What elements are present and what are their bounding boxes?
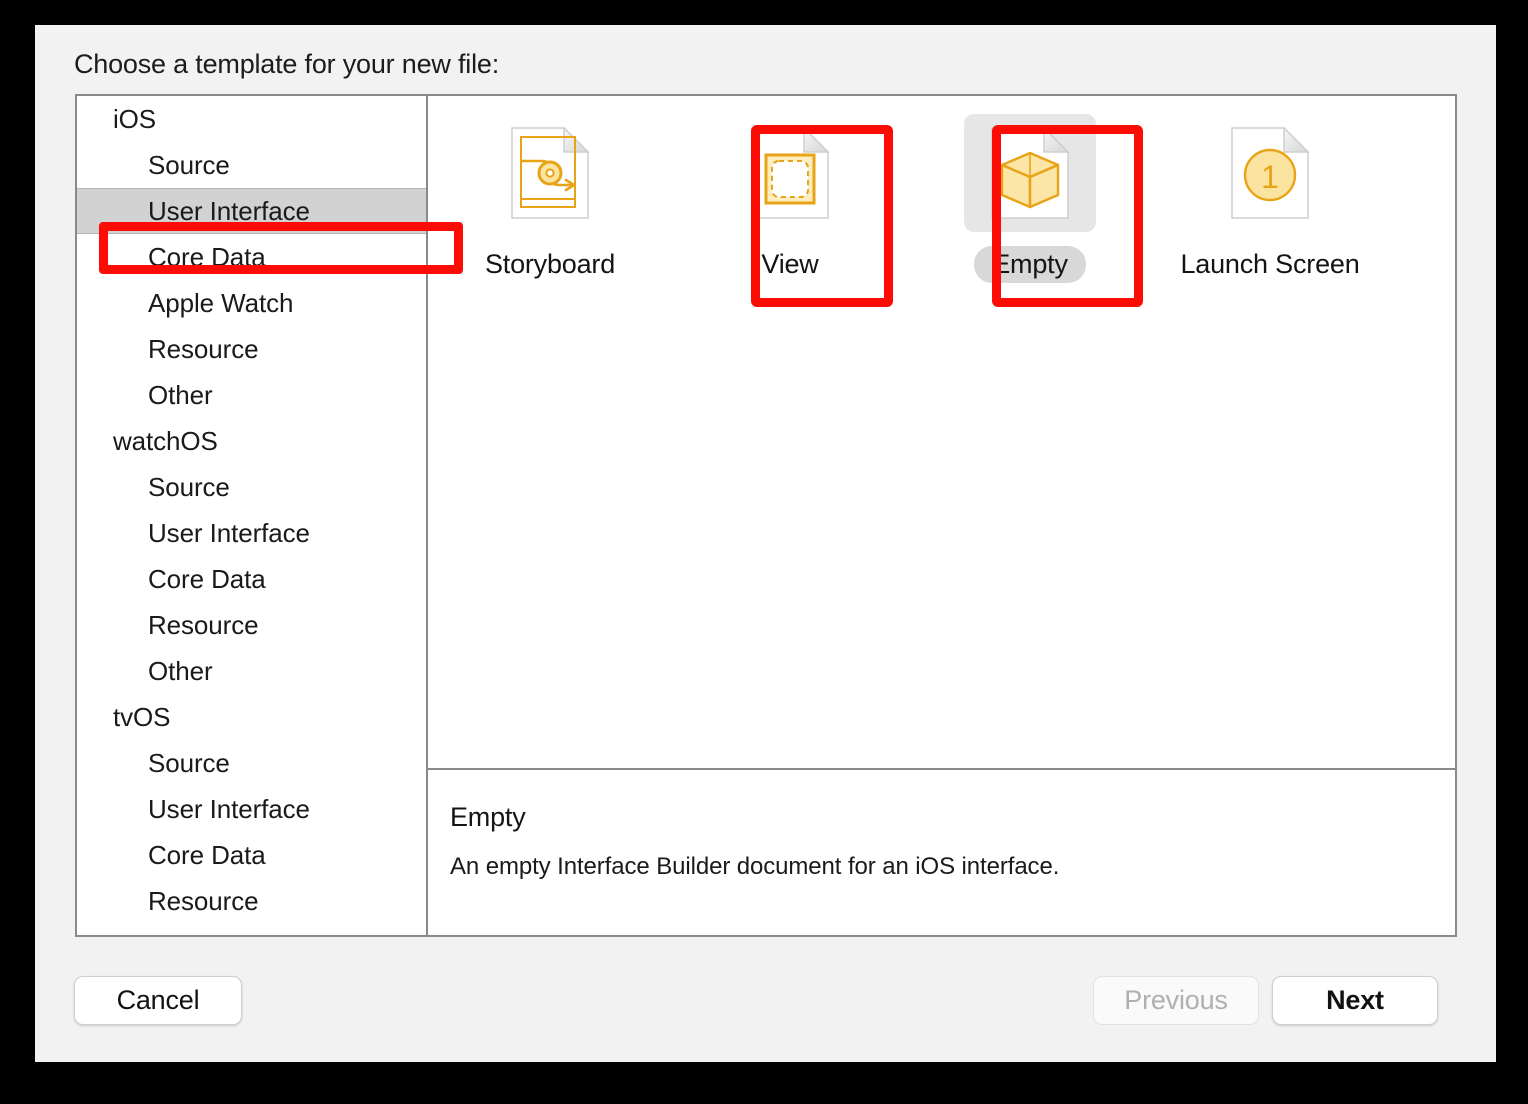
description-title: Empty: [450, 802, 526, 832]
sidebar-item-core-data[interactable]: Core Data: [77, 234, 426, 280]
next-button[interactable]: Next: [1272, 976, 1438, 1025]
template-label: Launch Screen: [1180, 249, 1360, 279]
template-item-launch-screen[interactable]: 1 Launch Screen: [1170, 114, 1370, 283]
template-item-view[interactable]: View: [690, 114, 890, 283]
empty-cube-document-icon: [964, 114, 1096, 232]
template-grid[interactable]: Storyboard View Empty 1 Launch Screen: [428, 96, 1455, 768]
sidebar-item-ios[interactable]: iOS: [77, 96, 426, 142]
sidebar-item-apple-watch[interactable]: Apple Watch: [77, 280, 426, 326]
launch-screen-document-icon: 1: [1204, 114, 1336, 232]
page-title: Choose a template for your new file:: [74, 49, 500, 79]
sidebar-item-resource[interactable]: Resource: [77, 602, 426, 648]
sidebar-item-resource[interactable]: Resource: [77, 326, 426, 372]
sidebar-item-source[interactable]: Source: [77, 464, 426, 510]
template-label: Storyboard: [484, 249, 616, 279]
description-body: An empty Interface Builder document for …: [450, 853, 1060, 880]
view-document-icon: [724, 114, 856, 232]
previous-button[interactable]: Previous: [1093, 976, 1259, 1025]
sidebar-item-core-data[interactable]: Core Data: [77, 832, 426, 878]
sidebar-item-user-interface[interactable]: User Interface: [77, 786, 426, 832]
sidebar-item-source[interactable]: Source: [77, 142, 426, 188]
sidebar-item-core-data[interactable]: Core Data: [77, 556, 426, 602]
svg-text:1: 1: [1261, 159, 1279, 195]
description-pane: Empty An empty Interface Builder documen…: [428, 770, 1455, 935]
sidebar-item-tvos[interactable]: tvOS: [77, 694, 426, 740]
sidebar-item-watchos[interactable]: watchOS: [77, 418, 426, 464]
sidebar-item-source[interactable]: Source: [77, 740, 426, 786]
template-label: Empty: [974, 246, 1086, 283]
template-main-panel: Storyboard View Empty 1 Launch Screen Empty …: [428, 96, 1455, 935]
template-label: View: [761, 249, 819, 279]
sidebar-item-user-interface[interactable]: User Interface: [77, 510, 426, 556]
sidebar-item-resource[interactable]: Resource: [77, 878, 426, 924]
template-item-empty[interactable]: Empty: [930, 114, 1130, 283]
storyboard-document-icon: [484, 114, 616, 232]
template-item-storyboard[interactable]: Storyboard: [450, 114, 650, 283]
sidebar-item-other[interactable]: Other: [77, 648, 426, 694]
sidebar-item-user-interface[interactable]: User Interface: [77, 188, 426, 234]
cancel-button[interactable]: Cancel: [74, 976, 242, 1025]
sidebar-item-other[interactable]: Other: [77, 372, 426, 418]
template-chooser-frame: iOS Source User Interface Core Data Apple Wa…: [75, 94, 1457, 937]
new-file-template-dialog: Choose a template for your new file: iOS…: [35, 25, 1496, 1062]
platform-category-list[interactable]: iOS Source User Interface Core Data Apple Wa…: [77, 96, 428, 935]
